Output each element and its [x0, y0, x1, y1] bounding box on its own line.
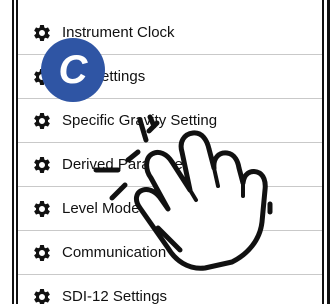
- menu-item-level-mode[interactable]: Level Mode: [18, 187, 322, 231]
- menu-item-label: Derived Parameters: [62, 156, 196, 173]
- gear-icon: [34, 200, 50, 217]
- menu-item-label: SDI-12 Settings: [62, 288, 168, 304]
- gear-icon: [34, 24, 50, 41]
- gear-icon: [34, 112, 50, 129]
- menu-item-specific-gravity-setting[interactable]: Specific Gravity Setting: [18, 99, 322, 143]
- step-badge: C: [41, 38, 105, 102]
- menu-item-label: Specific Gravity Setting: [62, 112, 218, 129]
- menu-item-communication-settings[interactable]: Communication Settings: [18, 231, 322, 275]
- gear-icon: [34, 288, 50, 304]
- gear-icon: [34, 244, 50, 261]
- menu-item-derived-parameters[interactable]: Derived Parameters: [18, 143, 322, 187]
- device-frame-right: [322, 0, 330, 304]
- menu-item-sdi-12-settings[interactable]: SDI-12 Settings: [18, 275, 322, 304]
- gear-icon: [34, 156, 50, 173]
- menu-item-label: Level Mode: [62, 200, 140, 217]
- menu-item-label: Communication Settings: [62, 244, 225, 261]
